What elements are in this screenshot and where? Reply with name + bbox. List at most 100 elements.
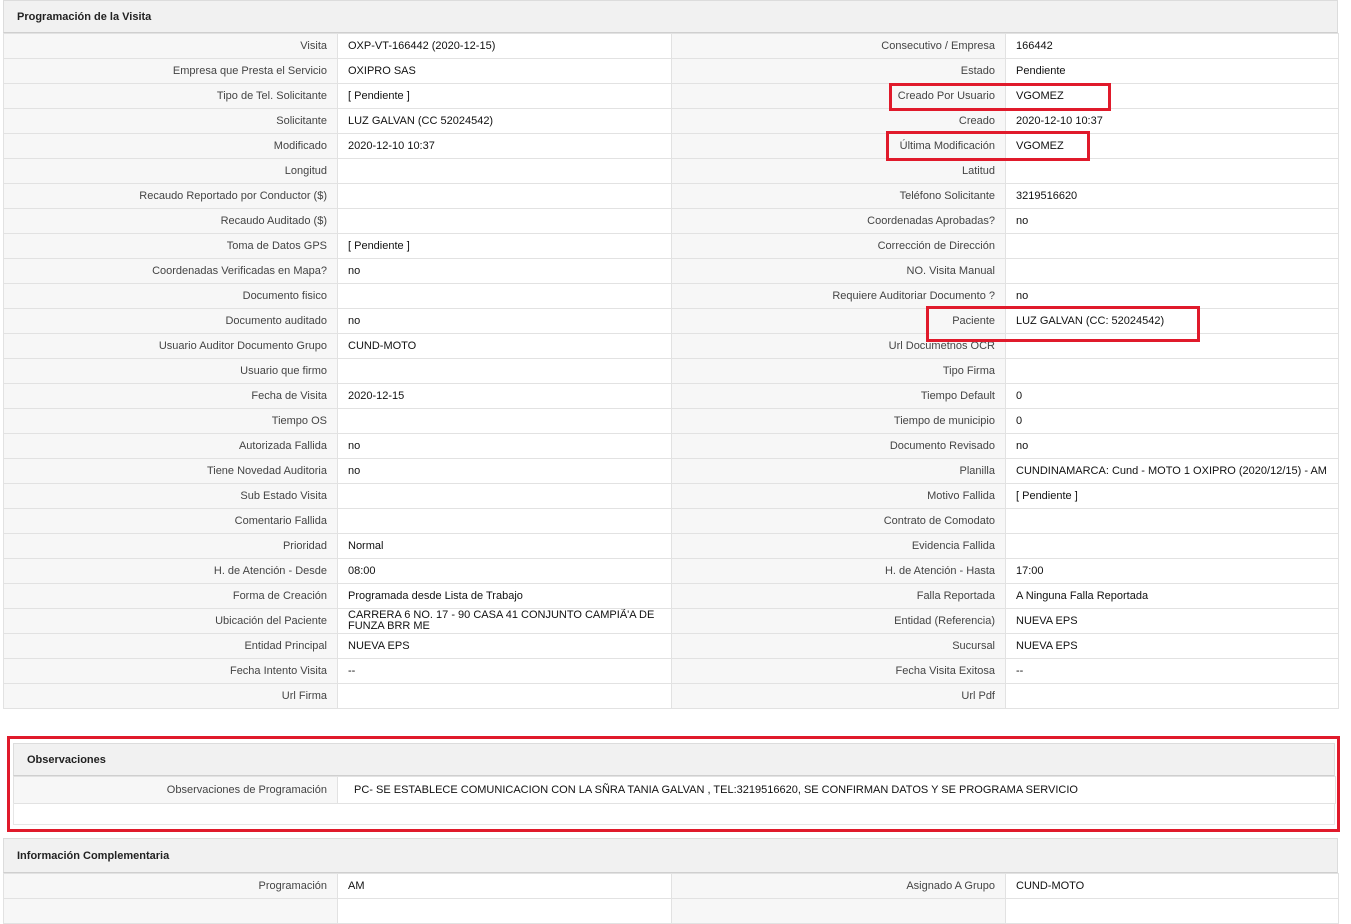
- programacion-table: Visita OXP-VT-166442 (2020-12-15) Consecut…: [3, 33, 1339, 709]
- field-value: 2020-12-10 10:37: [337, 133, 672, 159]
- field-value: LUZ GALVAN (CC 52024542): [337, 108, 672, 134]
- field-value: [1005, 508, 1339, 534]
- field-value: CUND-MOTO: [337, 333, 672, 359]
- table-row: Toma de Datos GPS[ Pendiente ] Corrección…: [3, 233, 1339, 259]
- field-value: [ Pendiente ]: [337, 233, 672, 259]
- field-label: Usuario Auditor Documento Grupo: [3, 333, 338, 359]
- field-value: [1005, 683, 1339, 709]
- table-row: Entidad Principal NUEVA EPS Sucursal NUEVA …: [3, 633, 1339, 659]
- field-value: no: [337, 433, 672, 459]
- field-label: Prioridad: [3, 533, 338, 559]
- field-label: Url Documetnos OCR: [671, 333, 1006, 359]
- observaciones-programacion-value: PC- SE ESTABLECE COMUNICACION CON LA SÑR…: [337, 776, 1336, 804]
- field-label: Documento Revisado: [671, 433, 1006, 459]
- complementaria-table: Programación AM Asignado A Grupo CUND-MOTO: [3, 873, 1339, 924]
- field-value: [337, 508, 672, 534]
- table-row: Recaudo Auditado ($) Coordenadas Aprobada…: [3, 208, 1339, 234]
- field-value: [337, 183, 672, 209]
- field-label: Fecha Visita Exitosa: [671, 658, 1006, 684]
- field-label: Fecha de Visita: [3, 383, 338, 409]
- field-value: LUZ GALVAN (CC: 52024542): [1005, 308, 1339, 334]
- table-row: H. de Atención - Desde 08:00 H. de Atenció…: [3, 558, 1339, 584]
- field-label: Creado: [671, 108, 1006, 134]
- field-value: VGOMEZ: [1005, 83, 1339, 109]
- table-row: Longitud Latitud: [3, 158, 1339, 184]
- field-value: NUEVA EPS: [1005, 608, 1339, 634]
- field-value: [1005, 158, 1339, 184]
- field-label: Url Pdf: [671, 683, 1006, 709]
- observaciones-empty-row: [13, 803, 1335, 825]
- field-label: H. de Atención - Hasta: [671, 558, 1006, 584]
- field-label: Tipo Firma: [671, 358, 1006, 384]
- field-value: --: [1005, 658, 1339, 684]
- field-label: Visita: [3, 33, 338, 59]
- field-value: VGOMEZ: [1005, 133, 1339, 159]
- field-value: [1005, 533, 1339, 559]
- field-label: Documento fisico: [3, 283, 338, 309]
- field-value: 17:00: [1005, 558, 1339, 584]
- field-value: 3219516620: [1005, 183, 1339, 209]
- table-row: Sub Estado Visita Motivo Fallida[ Pendien…: [3, 483, 1339, 509]
- field-value: no: [337, 258, 672, 284]
- field-value: [337, 158, 672, 184]
- observaciones-programacion-label: Observaciones de Programación: [13, 776, 338, 804]
- field-label: Motivo Fallida: [671, 483, 1006, 509]
- table-row: Empresa que Presta el Servicio OXIPRO SAS…: [3, 58, 1339, 84]
- field-label: Asignado A Grupo: [671, 873, 1006, 899]
- field-label: Evidencia Fallida: [671, 533, 1006, 559]
- field-label: Longitud: [3, 158, 338, 184]
- field-label: Recaudo Auditado ($): [3, 208, 338, 234]
- field-label: Modificado: [3, 133, 338, 159]
- field-label: Creado Por Usuario: [671, 83, 1006, 109]
- field-label: Requiere Auditoriar Documento ?: [671, 283, 1006, 309]
- field-value: [1005, 898, 1339, 924]
- field-label: Recaudo Reportado por Conductor ($): [3, 183, 338, 209]
- field-value: CUNDINAMARCA: Cund - MOTO 1 OXIPRO (2020…: [1005, 458, 1339, 484]
- table-row: Forma de Creación Programada desde Lista …: [3, 583, 1339, 609]
- complementaria-table-body: Programación AM Asignado A Grupo CUND-MOTO: [3, 873, 1339, 924]
- field-label: Entidad Principal: [3, 633, 338, 659]
- observaciones-table: Observaciones de Programación PC- SE EST…: [13, 776, 1336, 804]
- table-row: Visita OXP-VT-166442 (2020-12-15) Consecut…: [3, 33, 1339, 59]
- field-value: [1005, 258, 1339, 284]
- field-value: [337, 483, 672, 509]
- field-value: OXP-VT-166442 (2020-12-15): [337, 33, 672, 59]
- table-row: Tipo de Tel. Solicitante[ Pendiente ] Cre…: [3, 83, 1339, 109]
- field-label: Sucursal: [671, 633, 1006, 659]
- table-row: [3, 898, 1339, 924]
- field-label: Latitud: [671, 158, 1006, 184]
- field-label: Empresa que Presta el Servicio: [3, 58, 338, 84]
- table-row: Autorizada Fallida no Documento Revisado no: [3, 433, 1339, 459]
- field-value: [ Pendiente ]: [1005, 483, 1339, 509]
- field-label: Coordenadas Aprobadas?: [671, 208, 1006, 234]
- field-value: [337, 283, 672, 309]
- field-value: no: [1005, 283, 1339, 309]
- field-value: no: [337, 458, 672, 484]
- field-value: --: [337, 658, 672, 684]
- field-value: 0: [1005, 408, 1339, 434]
- table-row: Documento fisico Requiere Auditoriar Docu…: [3, 283, 1339, 309]
- table-row: Usuario Auditor Documento Grupo CUND-MOTO…: [3, 333, 1339, 359]
- programacion-section-header: Programación de la Visita: [3, 0, 1338, 33]
- field-value: 2020-12-15: [337, 383, 672, 409]
- complementaria-section-title: Información Complementaria: [17, 849, 170, 862]
- field-label: Toma de Datos GPS: [3, 233, 338, 259]
- field-label: Tiempo de municipio: [671, 408, 1006, 434]
- field-label: Sub Estado Visita: [3, 483, 338, 509]
- field-label: Programación: [3, 873, 338, 899]
- field-label: Autorizada Fallida: [3, 433, 338, 459]
- field-value: 08:00: [337, 558, 672, 584]
- field-label: Tiempo OS: [3, 408, 338, 434]
- field-label: Última Modificación: [671, 133, 1006, 159]
- field-value: [ Pendiente ]: [337, 83, 672, 109]
- field-value: [337, 683, 672, 709]
- field-label: Tipo de Tel. Solicitante: [3, 83, 338, 109]
- field-value: A Ninguna Falla Reportada: [1005, 583, 1339, 609]
- field-value: no: [337, 308, 672, 334]
- table-row: Tiene Novedad Auditoria no Planilla CUNDINA…: [3, 458, 1339, 484]
- field-value: NUEVA EPS: [1005, 633, 1339, 659]
- field-value: 2020-12-10 10:37: [1005, 108, 1339, 134]
- table-row: Modificado 2020-12-10 10:37 Última Modific…: [3, 133, 1339, 159]
- table-row: Observaciones de Programación PC- SE EST…: [13, 776, 1336, 804]
- table-row: Coordenadas Verificadas en Mapa? no NO. Vi…: [3, 258, 1339, 284]
